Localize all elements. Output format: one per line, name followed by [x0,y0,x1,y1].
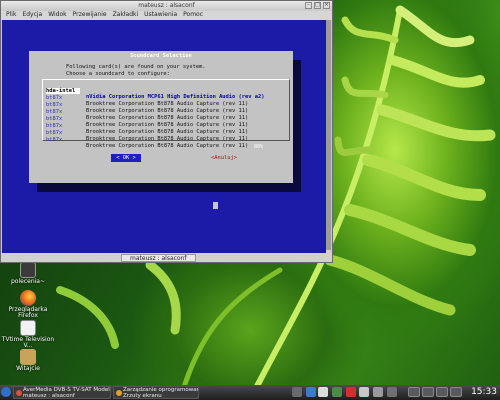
terminal-window: mateusz : alsaconf – □ × Plik Edycja Wid… [0,0,333,263]
list-item[interactable]: bt87x Brooktree Corporation Bt878 Audio … [46,89,248,107]
dialog-text: Following card(s) are found on your syst… [66,64,206,77]
network-icon[interactable] [306,387,316,397]
terminal-tab[interactable]: mateusz : alsaconf [121,254,196,262]
scrollbar-thumb[interactable] [326,20,331,250]
menu-pomoc[interactable]: Pomoc [183,11,203,20]
desktop-icon-tvtime[interactable]: TVtime Television V... [0,320,56,349]
menu-przewijanie[interactable]: Przewijanie [73,11,107,20]
app-icon [116,390,122,396]
task-button-avermedia[interactable]: AverMedia DVB-S TV-SAT Model 203 mateusz… [13,386,111,399]
maximize-button[interactable]: □ [314,2,321,9]
soundcard-dialog: Soundcard Selection Following card(s) ar… [29,51,293,183]
shield-icon[interactable] [332,387,342,397]
close-button[interactable]: × [323,2,330,9]
soundcard-list[interactable]: hda-intel nVidia Corporation MCP61 High … [42,79,290,149]
minimize-button[interactable]: – [305,2,312,9]
cancel-button[interactable]: <Anuluj> [209,154,239,162]
system-tray-icon[interactable] [292,387,302,397]
list-item[interactable]: bt87x Brooktree Corporation Bt878 Audio … [46,110,248,128]
window-controls: – □ × [305,2,330,9]
list-item[interactable]: bt87x Brooktree Corporation Bt878 Audio … [46,96,248,114]
taskbar: AverMedia DVB-S TV-SAT Model 203 mateusz… [0,385,500,400]
menu-edycja[interactable]: Edycja [22,11,42,20]
dialog-title: Soundcard Selection [130,53,192,59]
firefox-icon [20,290,36,306]
clock[interactable]: 15:33 [471,387,497,397]
folder-icon [20,349,36,365]
terminal-scrollbar[interactable] [326,20,331,253]
list-item[interactable]: bt87x Brooktree Corporation Bt878 Audio … [46,131,248,149]
menu-zakladki[interactable]: Zakładki [113,11,139,20]
list-item[interactable]: hda-intel nVidia Corporation MCP61 High … [46,82,265,100]
pager-desktop-4[interactable] [450,387,462,397]
desktop-icon-firefox[interactable]: Przeglądarka Firefox [0,290,56,319]
volume-icon[interactable] [373,387,383,397]
terminal-icon [20,262,36,278]
desktop-icon-polecenia[interactable]: polecenia~ [0,262,56,285]
pager-desktop-3[interactable] [436,387,448,397]
kde-menu-icon[interactable] [1,387,11,397]
menu-widok[interactable]: Widok [48,11,66,20]
list-item[interactable]: bt87x Brooktree Corporation Bt878 Audio … [46,117,248,135]
desktop-icon-witajcie[interactable]: Witajcie [0,349,56,372]
app-icon [16,390,22,396]
text-cursor [213,202,218,209]
list-item[interactable]: bt87x Brooktree Corporation Bt878 Audio … [46,124,248,142]
tv-icon [20,320,36,336]
pager-desktop-1[interactable] [408,387,420,397]
menu-plik[interactable]: Plik [6,11,16,20]
terminal-screen[interactable]: Soundcard Selection Following card(s) ar… [2,20,331,253]
power-icon[interactable] [387,387,397,397]
list-item[interactable]: bt87x Brooktree Corporation Bt878 Audio … [46,103,248,121]
task-button-software-manager[interactable]: Zarządzanie oprogramowaniem Zrzuty ekran… [113,386,199,399]
clipboard-icon[interactable] [359,387,369,397]
window-title: mateusz : alsaconf [138,2,195,9]
window-titlebar[interactable]: mateusz : alsaconf – □ × [1,1,332,11]
scroll-percent: 80% [254,144,264,150]
update-icon[interactable] [346,387,356,397]
menu-bar: Plik Edycja Widok Przewijanie Zakładki U… [1,11,332,20]
menu-ustawienia[interactable]: Ustawienia [144,11,177,20]
ok-button[interactable]: < OK > [111,154,141,162]
document-icon[interactable] [318,387,328,397]
terminal-tab-strip: mateusz : alsaconf [1,253,332,262]
pager-desktop-2[interactable] [422,387,434,397]
